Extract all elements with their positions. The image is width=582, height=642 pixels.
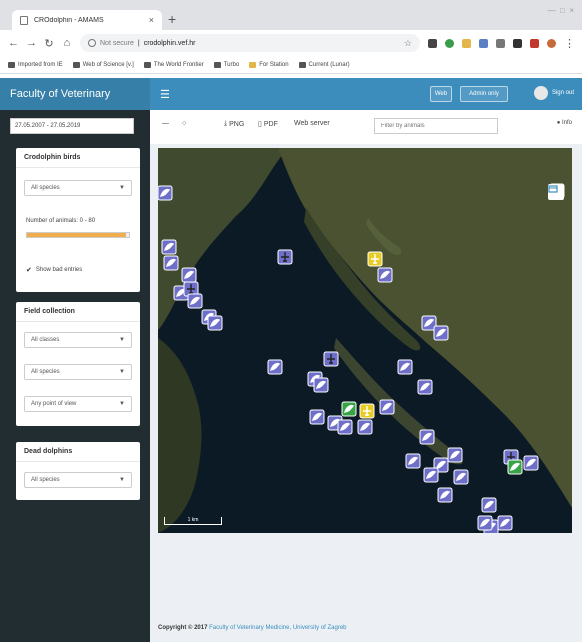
url-text: crodolphin.vef.hr: [143, 39, 196, 47]
page-icon: [20, 15, 28, 25]
browser-tab[interactable]: CROdolphin - AMAMS ×: [12, 10, 162, 30]
zoom-out-button[interactable]: —: [162, 120, 169, 127]
species-select[interactable]: All species ▼: [24, 472, 132, 488]
bookmark-item[interactable]: Web of Science [v.]: [72, 61, 134, 68]
map-toolbar: — ○ ⤓PNG ▯PDF Web server ● Info: [150, 110, 582, 144]
web-button[interactable]: Web: [430, 86, 452, 102]
avatar: [533, 86, 548, 100]
bookmark-item[interactable]: Imported from IE: [8, 61, 63, 68]
field-collection-panel: Field collection All classes ▼ All speci…: [16, 302, 140, 426]
footer-link[interactable]: Faculty of Veterinary Medicine, Universi…: [209, 625, 346, 631]
url-input[interactable]: Not secure | crodolphin.vef.hr ☆: [80, 34, 420, 52]
bookmark-item[interactable]: Current (Lunar): [298, 61, 350, 68]
birds-panel: Crodolphin birds All species ▼ Number of…: [16, 148, 140, 292]
footer: Copyright © 2017 Faculty of Veterinary M…: [158, 625, 347, 631]
info-button[interactable]: ● Info: [557, 120, 572, 126]
browser-tab-bar: CROdolphin - AMAMS × + — □ ×: [0, 0, 582, 30]
bookmark-star-icon[interactable]: ☆: [404, 38, 412, 49]
main-content: — ○ ⤓PNG ▯PDF Web server ● Info 1 km Cop…: [150, 110, 582, 642]
address-bar: ← → ↻ ⌂ Not secure | crodolphin.vef.hr ☆…: [0, 30, 582, 56]
folder-icon: [8, 61, 15, 68]
folder-icon: [249, 61, 257, 68]
bookmark-icon: [72, 61, 80, 68]
animals-range-slider[interactable]: [26, 232, 130, 238]
info-icon: ●: [556, 120, 561, 126]
forward-icon[interactable]: →: [26, 37, 37, 49]
window-controls[interactable]: — □ ×: [548, 6, 574, 15]
info-icon[interactable]: [88, 39, 96, 47]
extension-icon[interactable]: [513, 38, 522, 48]
map-scale-bar: 1 km: [164, 517, 222, 525]
back-icon[interactable]: ←: [8, 37, 19, 49]
reload-icon[interactable]: ↻: [44, 37, 54, 50]
extension-icon[interactable]: [462, 38, 471, 48]
export-pdf-button[interactable]: ▯ PDF: [258, 120, 278, 129]
bookmark-item[interactable]: The World Frontier: [143, 61, 204, 68]
satellite-map[interactable]: 1 km: [158, 148, 572, 533]
menu-icon[interactable]: ⋮: [564, 37, 575, 50]
brand-logo[interactable]: Faculty of Veterinary: [0, 78, 150, 110]
refresh-button[interactable]: ○: [182, 120, 186, 127]
dead-dolphins-panel: Dead dolphins All species ▼: [16, 442, 140, 500]
bookmark-item[interactable]: For Station: [249, 61, 289, 68]
bookmark-item[interactable]: Turbo: [213, 61, 239, 68]
layers-icon: [548, 185, 558, 193]
chevron-down-icon: ▼: [119, 185, 125, 191]
sign-out-label: Sign out: [551, 90, 574, 96]
extension-icon[interactable]: [530, 38, 539, 48]
download-icon: ⤓: [224, 120, 228, 127]
page-icon: [298, 61, 306, 68]
document-icon: ▯: [258, 121, 262, 128]
tab-title: CROdolphin - AMAMS: [34, 16, 104, 24]
bookmarks-bar: Imported from IE Web of Science [v.] The…: [0, 56, 582, 74]
export-png-button[interactable]: ⤓ PNG: [224, 120, 244, 128]
folder-icon: [213, 61, 221, 68]
extension-icon[interactable]: [428, 38, 437, 48]
web-server-button[interactable]: Web server: [294, 120, 330, 127]
chevron-down-icon: ▼: [119, 477, 125, 483]
slider-label: Number of animals: 0 - 80: [26, 218, 96, 224]
species-select[interactable]: All species ▼: [24, 180, 132, 196]
profile-icon[interactable]: [547, 38, 556, 48]
view-point-select[interactable]: Any point of view ▼: [24, 396, 132, 412]
new-tab-button[interactable]: +: [168, 12, 176, 26]
slider-fill: [27, 233, 126, 237]
show-bad-entries-checkbox[interactable]: ✔ Show bad entries: [26, 266, 82, 274]
panel-title: Field collection: [16, 302, 140, 322]
chevron-down-icon: ▼: [119, 401, 125, 407]
chevron-down-icon: ▼: [119, 337, 125, 343]
layers-button[interactable]: [548, 184, 564, 200]
sidebar: 27.05.2007 - 27.05.2019 Crodolphin birds…: [0, 110, 150, 642]
user-menu[interactable]: Sign out: [533, 86, 574, 100]
not-secure-label: Not secure: [100, 39, 134, 47]
species-select[interactable]: All species ▼: [24, 364, 132, 380]
map-canvas[interactable]: [158, 148, 572, 533]
panel-title: Crodolphin birds: [16, 148, 140, 168]
filter-input[interactable]: [374, 118, 498, 134]
extension-icon[interactable]: [479, 38, 488, 48]
panel-title: Dead dolphins: [16, 442, 140, 462]
bookmark-icon: [143, 61, 151, 68]
hamburger-menu-icon[interactable]: ☰: [160, 88, 170, 101]
copyright-text: Copyright © 2017: [158, 625, 208, 631]
class-select[interactable]: All classes ▼: [24, 332, 132, 348]
admin-button[interactable]: Admin only: [460, 86, 508, 102]
close-tab-icon[interactable]: ×: [149, 15, 154, 25]
chevron-down-icon: ▼: [119, 369, 125, 375]
home-icon[interactable]: ⌂: [62, 37, 72, 49]
checkmark-icon: ✔: [26, 267, 32, 274]
extension-icon[interactable]: [496, 38, 505, 48]
extension-icon[interactable]: [445, 38, 454, 48]
app-header: Faculty of Veterinary ☰ Web Admin only S…: [0, 78, 582, 110]
date-range-input[interactable]: 27.05.2007 - 27.05.2019: [10, 118, 134, 134]
